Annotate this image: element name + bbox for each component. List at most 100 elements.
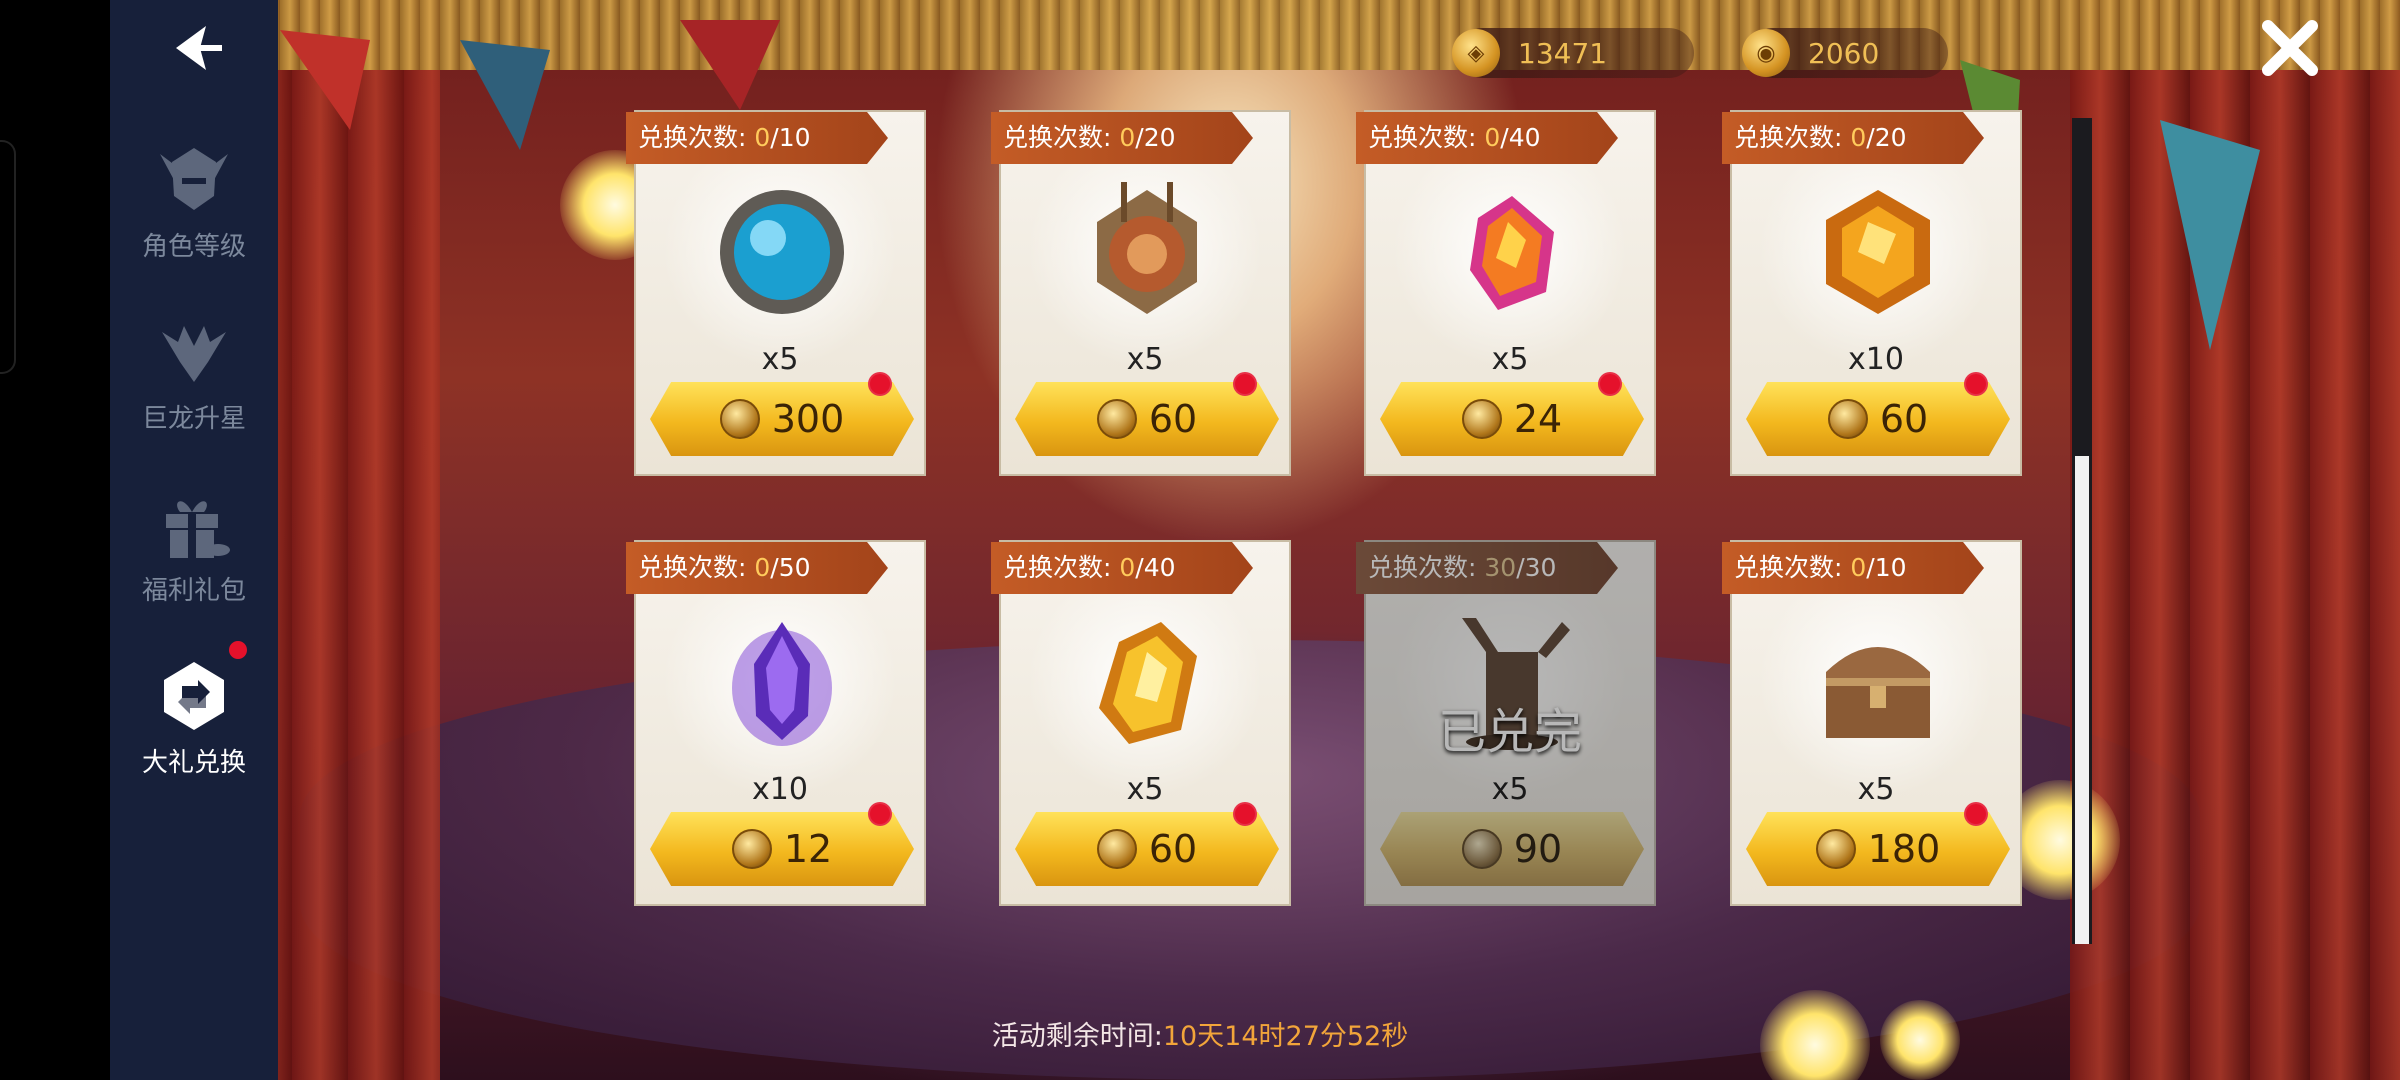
dragon-coin-icon bbox=[719, 399, 760, 439]
exchange-card: 兑换次数: 0/40 x5 60 bbox=[991, 540, 1291, 906]
used-count: 0 bbox=[754, 123, 771, 152]
exchange-card: 兑换次数: 0/50 x10 12 bbox=[626, 540, 926, 906]
exchange-icon bbox=[164, 662, 224, 730]
notification-badge bbox=[1964, 372, 1988, 396]
tag-label: 兑换次数: bbox=[1734, 553, 1851, 582]
limit-count: /20 bbox=[1866, 123, 1907, 152]
gift-icon bbox=[166, 501, 230, 558]
limit-count: /30 bbox=[1516, 553, 1557, 582]
device-notch bbox=[0, 140, 16, 374]
sidebar-item-label: 福利礼包 bbox=[141, 576, 246, 606]
sidebar-item-label: 角色等级 bbox=[141, 232, 246, 262]
price-value: 24 bbox=[1513, 397, 1563, 441]
limit-count: /40 bbox=[1135, 553, 1176, 582]
price-value: 90 bbox=[1513, 827, 1563, 871]
sidebar-item-label: 大礼兑换 bbox=[141, 748, 246, 778]
back-arrow-icon[interactable] bbox=[170, 20, 226, 76]
close-x-icon[interactable] bbox=[2260, 18, 2320, 78]
price-value: 12 bbox=[783, 827, 833, 871]
dragon-coin-icon: ◉ bbox=[1742, 29, 1790, 77]
exchange-count-tag: 兑换次数: 0/40 bbox=[991, 542, 1253, 594]
blue-orb-gem-icon bbox=[720, 190, 844, 314]
amber-gem-icon bbox=[1826, 190, 1930, 314]
currency-value: 13471 bbox=[1518, 36, 1608, 70]
screen-edge bbox=[0, 0, 110, 1080]
tag-label: 兑换次数: bbox=[1003, 553, 1120, 582]
notification-badge bbox=[1964, 802, 1988, 826]
tag-label: 兑换次数: bbox=[1368, 123, 1485, 152]
dragon-coin-icon bbox=[1096, 829, 1137, 869]
used-count: 0 bbox=[1484, 123, 1501, 152]
dragon-coin-icon bbox=[1815, 829, 1856, 869]
notification-badge bbox=[868, 372, 892, 396]
exchange-card: 兑换次数: 0/40 x5 24 bbox=[1356, 110, 1656, 476]
scrollbar-thumb[interactable] bbox=[2075, 456, 2089, 944]
bronze-medal-icon bbox=[1097, 182, 1197, 314]
used-count: 0 bbox=[754, 553, 771, 582]
sidebar-item-label: 巨龙升星 bbox=[141, 404, 246, 434]
timer-label: 活动剩余时间: bbox=[991, 1021, 1163, 1052]
tag-label: 兑换次数: bbox=[1734, 123, 1851, 152]
price-value: 180 bbox=[1867, 827, 1941, 871]
used-count: 0 bbox=[1119, 123, 1136, 152]
purple-crystal-icon bbox=[732, 622, 832, 746]
sidebar-item-gift-exchange[interactable]: 大礼兑换 bbox=[110, 656, 278, 779]
currency-value: 2060 bbox=[1808, 36, 1880, 70]
exchange-count-tag: 兑换次数: 0/50 bbox=[626, 542, 888, 594]
exchange-count-tag: 兑换次数: 0/10 bbox=[626, 112, 888, 164]
limit-count: /10 bbox=[770, 123, 811, 152]
sidebar-item-welfare-pack[interactable]: 福利礼包 bbox=[110, 484, 278, 607]
exchange-count-tag: 兑换次数: 30/30 bbox=[1356, 542, 1618, 594]
notification-badge bbox=[229, 641, 247, 659]
currency-gold-token: ◈ 13471 bbox=[1452, 28, 1694, 78]
item-quantity: x5 bbox=[1491, 772, 1529, 807]
treasure-chest-icon bbox=[1826, 647, 1930, 738]
gold-crystal-icon bbox=[1099, 622, 1197, 744]
notification-badge bbox=[868, 802, 892, 826]
dragon-coin-icon bbox=[731, 829, 772, 869]
exchange-count-tag: 兑换次数: 0/20 bbox=[1722, 112, 1984, 164]
dragon-coin-icon bbox=[1096, 399, 1137, 439]
dragon-coin-icon bbox=[1461, 829, 1502, 869]
tag-label: 兑换次数: bbox=[638, 553, 755, 582]
tag-label: 兑换次数: bbox=[1368, 553, 1485, 582]
exchange-card: 兑换次数: 0/10 x5 300 bbox=[626, 110, 926, 476]
notification-badge bbox=[1233, 802, 1257, 826]
price-value: 60 bbox=[1148, 827, 1198, 871]
limit-count: /50 bbox=[770, 553, 811, 582]
dragon-icon bbox=[162, 326, 226, 382]
exchange-count-tag: 兑换次数: 0/40 bbox=[1356, 112, 1618, 164]
sidebar-item-role-level[interactable]: 角色等级 bbox=[110, 140, 278, 263]
exchange-card-sold-out: 兑换次数: 30/30 已兑完 x5 90 bbox=[1356, 540, 1656, 906]
limit-count: /40 bbox=[1500, 123, 1541, 152]
dragon-coin-icon bbox=[1461, 399, 1502, 439]
tag-label: 兑换次数: bbox=[1003, 123, 1120, 152]
limit-count: /20 bbox=[1135, 123, 1176, 152]
gold-token-icon: ◈ bbox=[1452, 29, 1500, 77]
exchange-count-tag: 兑换次数: 0/20 bbox=[991, 112, 1253, 164]
used-count: 30 bbox=[1484, 553, 1517, 582]
price-value: 60 bbox=[1879, 397, 1929, 441]
limit-count: /10 bbox=[1866, 553, 1907, 582]
currency-dragon-coin: ◉ 2060 bbox=[1742, 28, 1948, 78]
used-count: 0 bbox=[1119, 553, 1136, 582]
exchange-price-button: 90 bbox=[1380, 812, 1644, 886]
price-value: 300 bbox=[771, 397, 845, 441]
sidebar-item-dragon-star[interactable]: 巨龙升星 bbox=[110, 312, 278, 435]
used-count: 0 bbox=[1850, 553, 1867, 582]
notification-badge bbox=[1233, 372, 1257, 396]
tag-label: 兑换次数: bbox=[638, 123, 755, 152]
exchange-card: 兑换次数: 0/20 x5 60 bbox=[991, 110, 1291, 476]
exchange-card: 兑换次数: 0/20 x10 60 bbox=[1722, 110, 2022, 476]
price-value: 60 bbox=[1148, 397, 1198, 441]
helmet-icon bbox=[160, 148, 228, 210]
dragon-coin-icon bbox=[1827, 399, 1868, 439]
fire-crystal-icon bbox=[1470, 196, 1554, 310]
timer-value: 10天14时27分52秒 bbox=[1162, 1021, 1409, 1052]
exchange-count-tag: 兑换次数: 0/10 bbox=[1722, 542, 1984, 594]
sold-out-label: 已兑完 bbox=[1437, 704, 1582, 760]
used-count: 0 bbox=[1850, 123, 1867, 152]
exchange-card: 兑换次数: 0/10 x5 180 bbox=[1722, 540, 2022, 906]
notification-badge bbox=[1598, 372, 1622, 396]
event-timer: 活动剩余时间:10天14时27分52秒 bbox=[0, 1014, 2400, 1053]
